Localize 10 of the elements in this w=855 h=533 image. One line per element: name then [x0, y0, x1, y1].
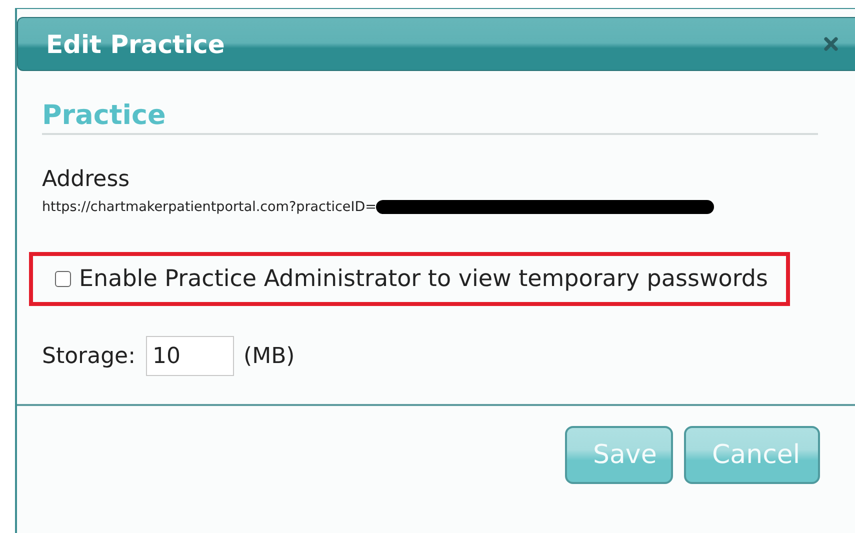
dialog-title: Edit Practice [46, 30, 226, 58]
address-label: Address [42, 167, 131, 193]
storage-unit: (MB) [244, 344, 295, 368]
storage-input[interactable]: 10 [146, 336, 234, 376]
checkbox-label[interactable]: Enable Practice Administrator to view temporary passwords [79, 266, 768, 292]
checkbox[interactable] [55, 271, 71, 287]
address-url: https://chartmakerpatientportal.com?practiceID= [42, 199, 376, 215]
storage-label: Storage: [42, 344, 136, 368]
close-icon[interactable] [824, 37, 838, 51]
section-title: Practice [42, 99, 167, 133]
